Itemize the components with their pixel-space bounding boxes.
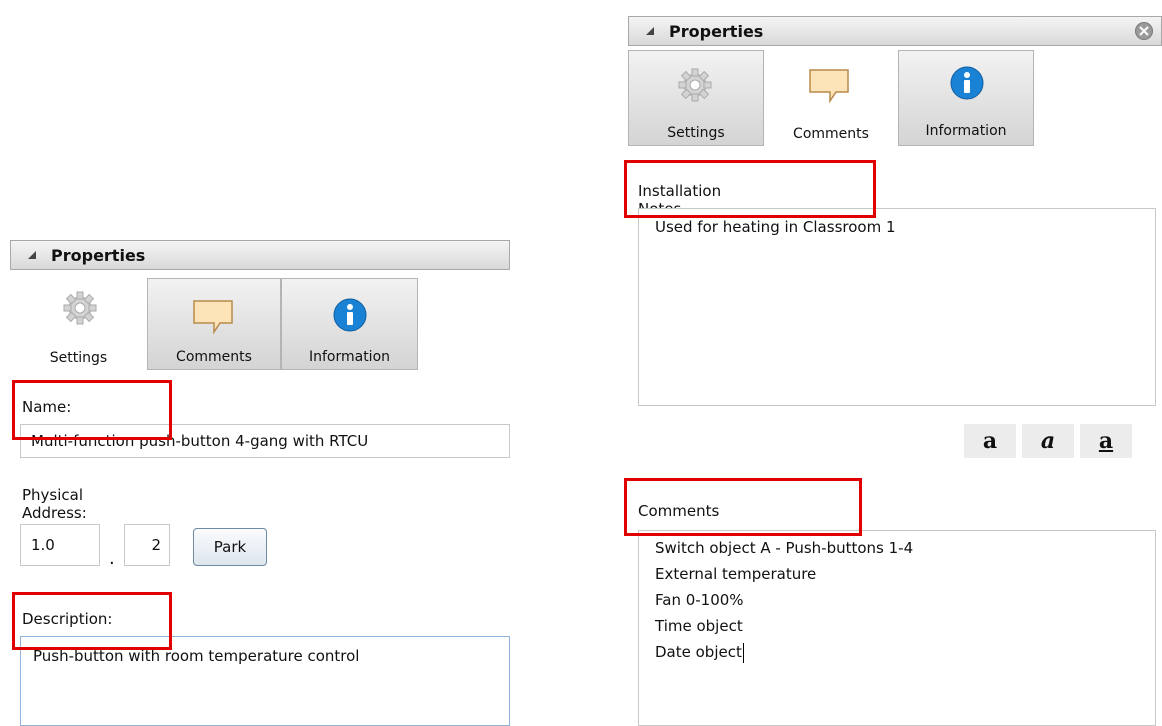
underline-button[interactable]: a [1080, 424, 1132, 458]
close-button[interactable] [1135, 22, 1153, 40]
tab-comments-label: Comments [176, 349, 252, 365]
collapse-triangle-icon[interactable] [27, 250, 37, 260]
collapse-triangle-icon[interactable] [645, 26, 655, 36]
comment-icon [809, 69, 849, 104]
info-icon [950, 66, 984, 100]
comment-line: Switch object A - Push-buttons 1-4 [655, 539, 914, 557]
right-properties-header[interactable]: Properties [628, 16, 1162, 46]
tab-settings[interactable]: Settings [10, 278, 147, 374]
highlight-name-label [12, 380, 172, 440]
close-icon [1139, 26, 1149, 36]
left-properties-header[interactable]: Properties [10, 240, 510, 270]
physical-address-label: Physical Address: [22, 486, 87, 522]
tab-information-label: Information [308, 349, 391, 365]
address-separator: . [109, 548, 115, 569]
comment-line-text: Date object [655, 643, 742, 661]
panel-title: Properties [669, 21, 764, 41]
tab-comments[interactable]: Comments [147, 278, 281, 370]
park-button[interactable]: Park [193, 528, 267, 566]
tab-information[interactable]: Information [281, 278, 418, 370]
highlight-installation-notes-label [624, 160, 876, 218]
gear-icon [63, 291, 97, 325]
comment-line-last: Date object [655, 639, 1155, 665]
tab-comments-label: Comments [793, 126, 869, 142]
tab-settings-label: Settings [49, 350, 108, 366]
tab-comments[interactable]: Comments [764, 50, 898, 150]
tab-information-label: Information [925, 123, 1007, 139]
address-device-field[interactable]: 2 [124, 524, 170, 566]
comment-line: External temperature [655, 565, 817, 583]
panel-title: Properties [51, 245, 146, 265]
highlight-comments-label [624, 478, 862, 536]
gear-icon [678, 68, 712, 102]
tab-settings[interactable]: Settings [628, 50, 764, 146]
tab-information[interactable]: Information [898, 50, 1034, 146]
text-caret [742, 642, 744, 663]
comments-field[interactable]: Switch object A - Push-buttons 1-4 Exter… [638, 530, 1156, 726]
comment-line: Fan 0-100% [655, 591, 744, 609]
highlight-description-label [12, 592, 172, 650]
installation-notes-field[interactable]: Used for heating in Classroom 1 [638, 208, 1156, 406]
info-icon [333, 298, 367, 332]
address-area-field[interactable]: 1.0 [20, 524, 100, 566]
comment-icon [193, 300, 233, 335]
tab-settings-label: Settings [667, 125, 725, 141]
italic-button[interactable]: a [1022, 424, 1074, 458]
comment-line: Time object [655, 617, 743, 635]
bold-button[interactable]: a [964, 424, 1016, 458]
